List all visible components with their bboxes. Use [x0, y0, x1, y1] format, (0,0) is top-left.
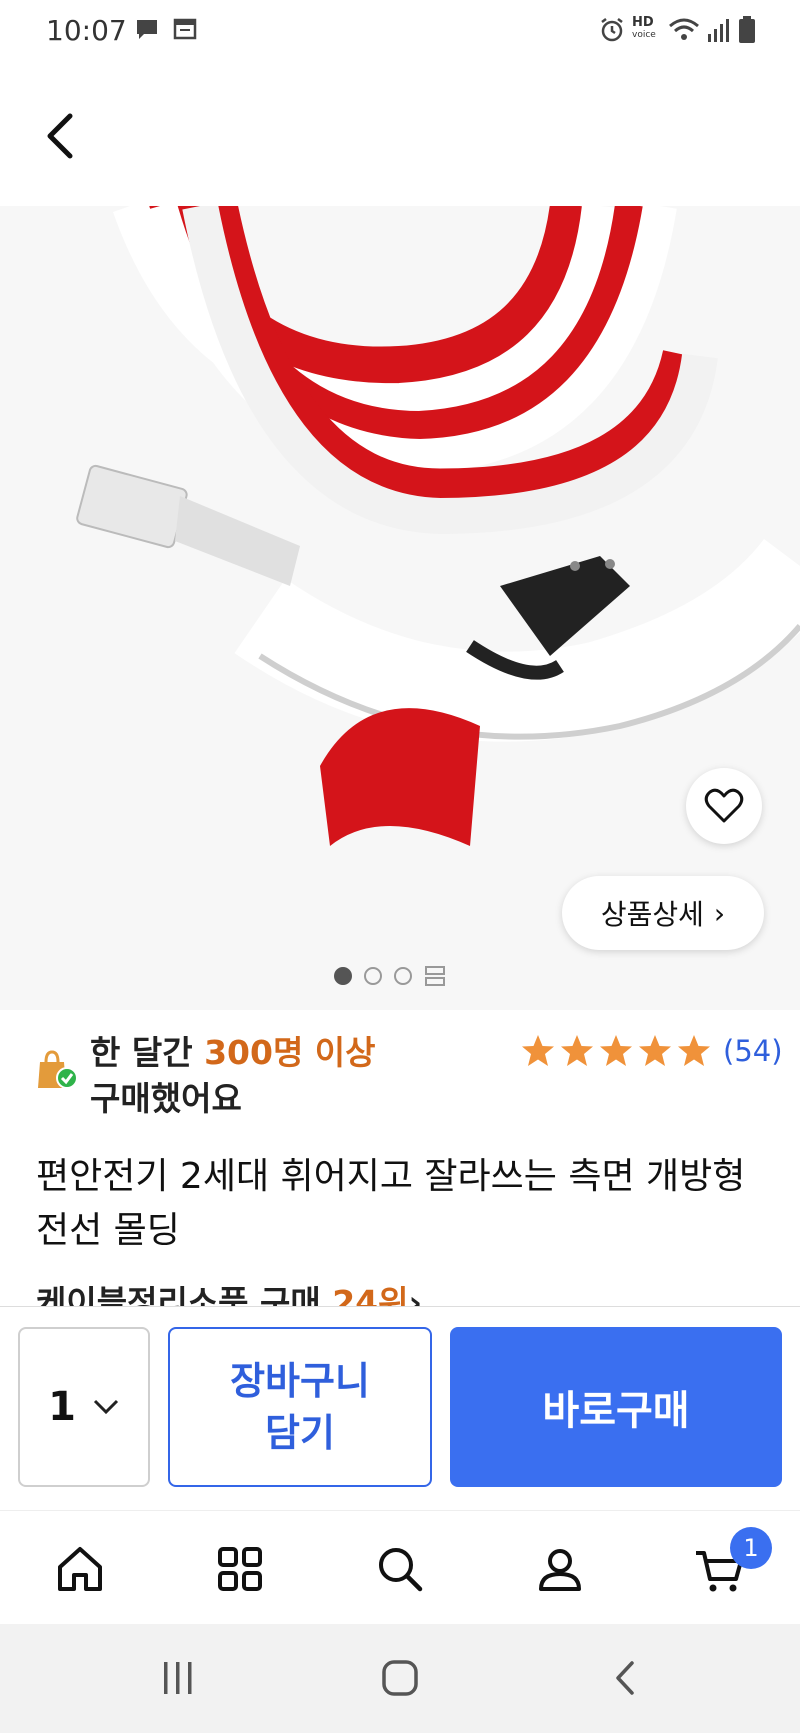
back-button[interactable] [36, 106, 88, 166]
profile-icon [539, 1549, 581, 1591]
chevron-left-icon [47, 113, 73, 159]
quantity-select[interactable]: 1 [18, 1327, 150, 1487]
home-button-icon[interactable] [380, 1660, 420, 1696]
social-proof-highlight: 300명 이상 [204, 1033, 376, 1072]
cart-badge: 1 [730, 1527, 772, 1569]
heart-icon [704, 788, 744, 823]
social-proof-prefix: 한 달간 [90, 1033, 205, 1072]
shopping-bag-check-icon [38, 1050, 78, 1089]
social-proof-line2: 구매했어요 [90, 1079, 242, 1118]
signal-icon [708, 19, 729, 42]
system-nav-bar [0, 1624, 800, 1733]
product-detail-button[interactable]: 상품상세 › [562, 876, 764, 950]
star-icon [678, 1035, 710, 1066]
product-title: 편안전기 2세대 휘어지고 잘라쓰는 측면 개방형 전선 몰딩 [36, 1156, 746, 1251]
pager-dot[interactable] [334, 967, 352, 985]
buy-now-button[interactable]: 바로구매 [450, 1327, 782, 1487]
calendar-icon [173, 18, 197, 40]
star-icon [639, 1035, 671, 1066]
rating[interactable]: (54) [520, 1034, 783, 1068]
categories-icon [218, 1547, 262, 1591]
status-time: 10:07 [46, 14, 127, 47]
chevron-right-icon: › [713, 896, 726, 930]
chevron-right-icon: › [408, 1283, 423, 1306]
alarm-icon [601, 18, 623, 42]
star-icon [600, 1035, 632, 1066]
status-bar: 10:07 HD voice [0, 0, 800, 64]
wishlist-button[interactable] [686, 768, 762, 844]
chat-bubble-icon [137, 20, 157, 39]
category-rank-link[interactable]: 케이블정리소품 구매 24위› [36, 1276, 422, 1306]
wifi-icon [669, 18, 699, 40]
product-detail-label: 상품상세 [600, 898, 704, 931]
nav-search[interactable] [370, 1539, 430, 1599]
quantity-value: 1 [48, 1384, 76, 1430]
bottom-nav: 1 [0, 1510, 800, 1625]
product-image[interactable]: 상품상세 › [0, 206, 800, 1010]
recent-apps-icon[interactable] [158, 1660, 198, 1696]
hd-sub-label: voice [632, 30, 656, 40]
pager-dot[interactable] [364, 967, 382, 985]
image-pager[interactable] [334, 964, 446, 988]
add-to-cart-label: 장바구니 담기 [230, 1359, 370, 1455]
add-to-cart-button[interactable]: 장바구니 담기 [168, 1327, 432, 1487]
battery-icon [739, 16, 755, 43]
hd-voice-icon: HD voice [632, 16, 656, 42]
star-icon [522, 1035, 554, 1066]
social-proof-line1: 한 달간 300명 이상 [90, 1026, 376, 1074]
nav-categories[interactable] [210, 1539, 270, 1599]
rating-count[interactable]: (54) [723, 1034, 783, 1068]
hd-label: HD [632, 15, 654, 30]
purchase-bar: 1 장바구니 담기 바로구매 [0, 1306, 800, 1511]
nav-profile[interactable] [530, 1539, 590, 1599]
category-rank-value: 24위 [332, 1283, 409, 1306]
star-icon [561, 1035, 593, 1066]
category-rank-label: 케이블정리소품 구매 [36, 1283, 333, 1306]
home-icon [58, 1547, 102, 1591]
grid-view-icon[interactable] [424, 965, 446, 987]
chevron-down-icon [93, 1399, 118, 1415]
system-back-icon[interactable] [606, 1660, 646, 1696]
pager-dot[interactable] [394, 967, 412, 985]
search-icon [379, 1548, 423, 1592]
nav-home[interactable] [50, 1539, 110, 1599]
